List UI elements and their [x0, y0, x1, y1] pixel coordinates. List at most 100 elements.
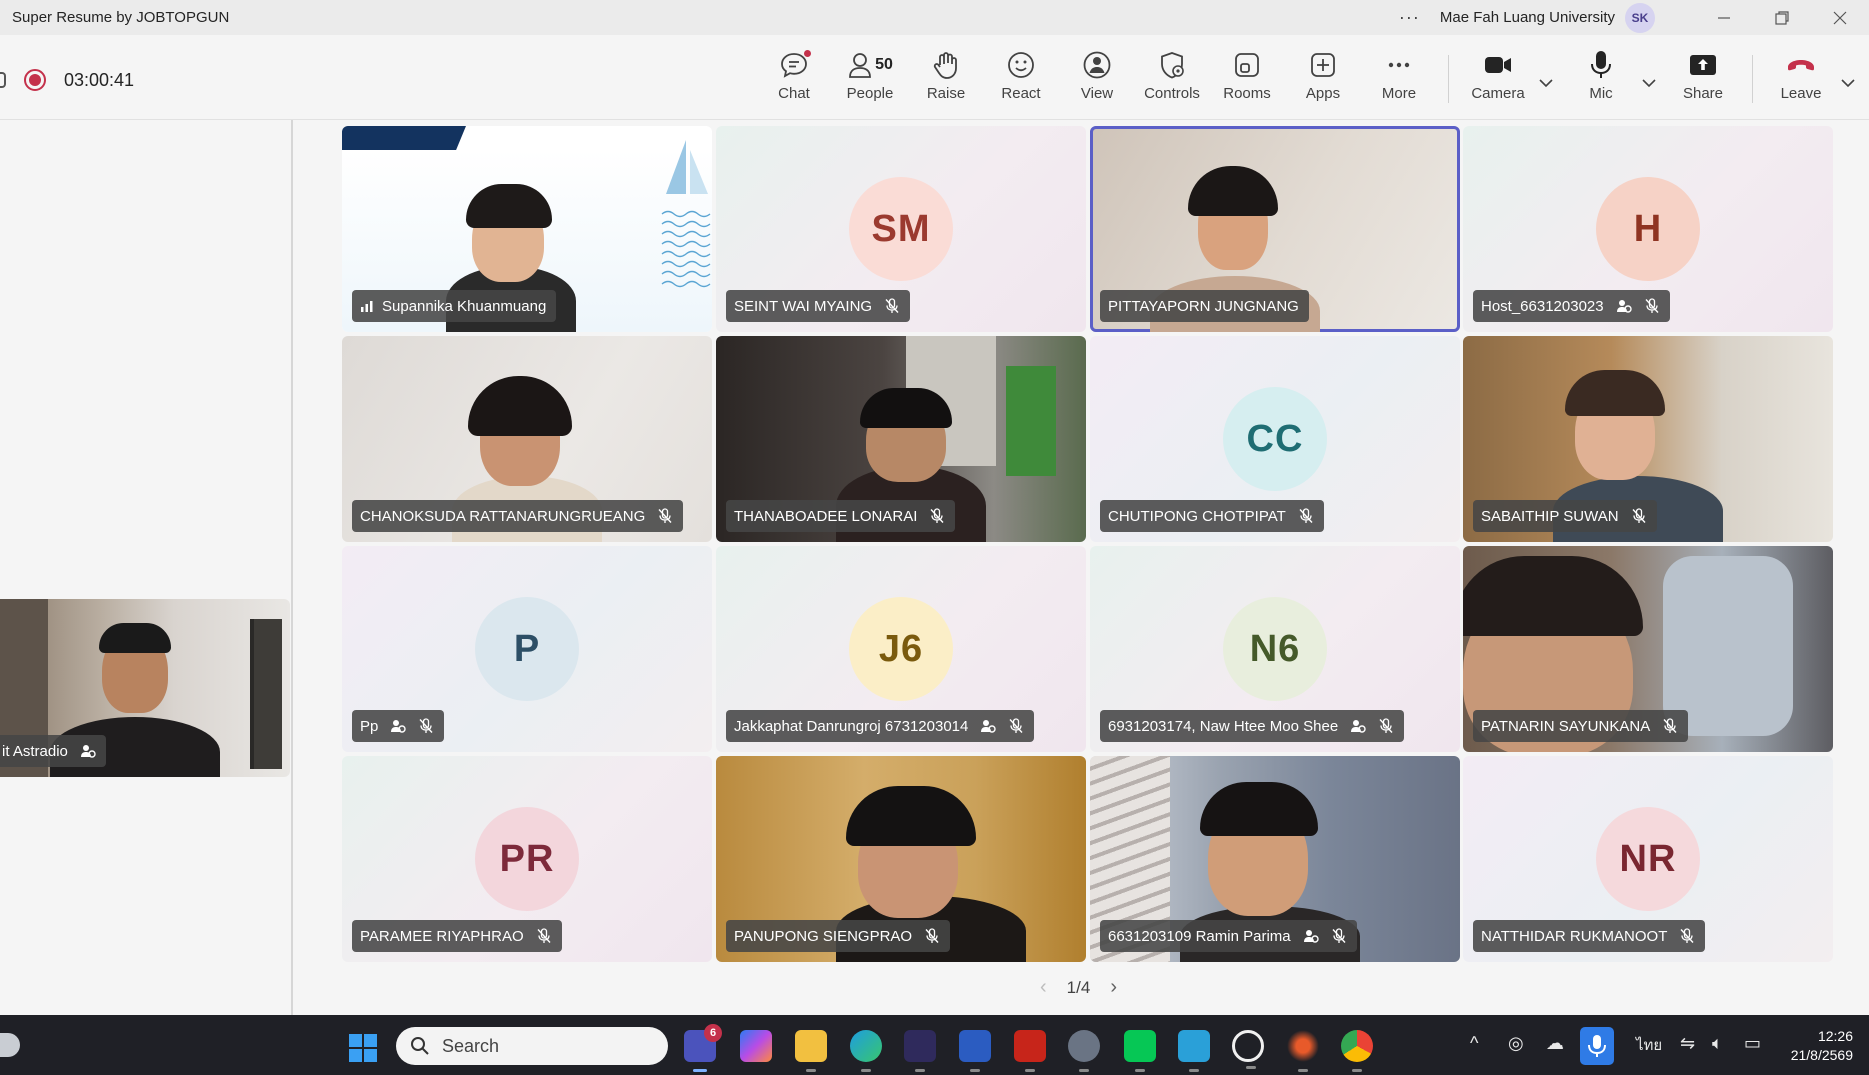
- participant-tile[interactable]: PANUPONG SIENGPRAO: [716, 756, 1086, 962]
- file-explorer-icon[interactable]: [795, 1030, 827, 1072]
- participant-nametag: Supannika Khuanmuang: [352, 290, 557, 322]
- input-language[interactable]: ไทย: [1636, 1033, 1662, 1057]
- battery-icon[interactable]: ▭: [1744, 1033, 1761, 1054]
- participant-tile[interactable]: PITTAYAPORN JUNGNANG: [1090, 126, 1460, 332]
- mic-off-icon: [657, 508, 673, 524]
- claude-icon[interactable]: [1287, 1030, 1319, 1072]
- participant-tile[interactable]: J6 Jakkaphat Danrungroj 6731203014: [716, 546, 1086, 752]
- participant-tile[interactable]: SM SEINT WAI MYAING: [716, 126, 1086, 332]
- leave-label: Leave: [1780, 85, 1822, 102]
- leave-options-chevron-icon[interactable]: [1838, 73, 1858, 93]
- tray-onedrive-icon[interactable]: ☁: [1546, 1033, 1564, 1054]
- participant-tile[interactable]: P Pp: [342, 546, 712, 752]
- leave-button[interactable]: Leave: [1766, 49, 1836, 111]
- participant-tile[interactable]: CHANOKSUDA RATTANARUNGRUEANG: [342, 336, 712, 542]
- notepad-icon[interactable]: [1178, 1030, 1210, 1072]
- person-hair: [1200, 782, 1318, 836]
- search-placeholder: Search: [442, 1035, 500, 1056]
- side-panel: it Astradio: [0, 120, 293, 1015]
- person-hair: [1463, 556, 1643, 636]
- line-icon[interactable]: [1124, 1030, 1156, 1072]
- apps-button[interactable]: Apps: [1288, 49, 1358, 111]
- close-button[interactable]: [1811, 0, 1869, 35]
- weather-icon[interactable]: [0, 1033, 20, 1057]
- restore-button[interactable]: [1753, 0, 1811, 35]
- mic-off-icon: [884, 298, 900, 314]
- previous-page-chevron-icon[interactable]: ‹: [1040, 976, 1047, 999]
- self-view-video[interactable]: it Astradio: [0, 599, 290, 777]
- mic-button[interactable]: Mic: [1566, 49, 1636, 111]
- people-button[interactable]: 50 People: [835, 49, 905, 111]
- participant-tile[interactable]: PATNARIN SAYUNKANA: [1463, 546, 1833, 752]
- tray-mic-active-icon[interactable]: [1580, 1027, 1614, 1065]
- shield-icon: [1157, 49, 1187, 81]
- apps-icon: [1308, 49, 1338, 81]
- view-button[interactable]: View: [1062, 49, 1132, 111]
- people-label: People: [846, 85, 894, 102]
- controls-button[interactable]: Controls: [1137, 49, 1207, 111]
- share-label: Share: [1682, 85, 1724, 102]
- mic-off-icon: [418, 718, 434, 734]
- participant-nametag: Pp: [352, 710, 445, 742]
- panel-toggle-icon[interactable]: [0, 72, 6, 88]
- participant-tile[interactable]: N6 6931203174, Naw Htee Moo Shee: [1090, 546, 1460, 752]
- camera-options-chevron-icon[interactable]: [1536, 73, 1556, 93]
- network-icon[interactable]: ⇋: [1680, 1033, 1695, 1054]
- participant-tile[interactable]: PR PARAMEE RIYAPHRAO: [342, 756, 712, 962]
- participant-nametag: THANABOADEE LONARAI: [726, 500, 956, 532]
- participant-name: Jakkaphat Danrungroj 6731203014: [734, 717, 969, 735]
- participant-avatar: NR: [1596, 807, 1700, 911]
- person-hair: [99, 623, 171, 653]
- windows-start-icon[interactable]: [348, 1033, 378, 1063]
- mic-options-chevron-icon[interactable]: [1639, 73, 1659, 93]
- acrobat-icon[interactable]: [1014, 1030, 1046, 1072]
- welib-icon[interactable]: [904, 1030, 936, 1072]
- apps-label: Apps: [1305, 85, 1341, 102]
- participant-tile[interactable]: THANABOADEE LONARAI: [716, 336, 1086, 542]
- participant-nametag: 6631203109 Ramin Parima: [1100, 920, 1357, 952]
- title-more-icon[interactable]: ···: [1399, 7, 1420, 28]
- guest-icon: [1616, 298, 1632, 314]
- participant-tile[interactable]: H Host_6631203023: [1463, 126, 1833, 332]
- edge-icon[interactable]: [850, 1030, 882, 1072]
- participant-tile[interactable]: NR NATTHIDAR RUKMANOOT: [1463, 756, 1833, 962]
- participant-tile[interactable]: CC CHUTIPONG CHOTPIPAT: [1090, 336, 1460, 542]
- share-button[interactable]: Share: [1668, 49, 1738, 111]
- word-icon[interactable]: [959, 1030, 991, 1072]
- camera-button[interactable]: Camera: [1463, 49, 1533, 111]
- chat-button[interactable]: Chat: [759, 49, 829, 111]
- taskbar-clock[interactable]: 12:26 21/8/2569: [1791, 1027, 1853, 1065]
- controls-label: Controls: [1144, 85, 1200, 102]
- smiley-icon: [1006, 49, 1036, 81]
- rooms-button[interactable]: Rooms: [1212, 49, 1282, 111]
- people-count: 50: [875, 56, 893, 73]
- react-button[interactable]: React: [986, 49, 1056, 111]
- volume-icon[interactable]: 🔈︎: [1712, 1033, 1723, 1054]
- guest-icon: [390, 718, 407, 734]
- next-page-chevron-icon[interactable]: ›: [1110, 976, 1117, 999]
- react-label: React: [1001, 85, 1041, 102]
- participant-tile[interactable]: 6631203109 Ramin Parima: [1090, 756, 1460, 962]
- obs-icon[interactable]: [1232, 1030, 1264, 1069]
- minimize-button[interactable]: [1695, 0, 1753, 35]
- tray-obs-icon[interactable]: ◎: [1508, 1033, 1524, 1054]
- participant-nametag: 6931203174, Naw Htee Moo Shee: [1100, 710, 1405, 742]
- participant-avatar: PR: [475, 807, 579, 911]
- camera-label: Camera: [1471, 85, 1525, 102]
- tray-overflow-chevron-icon[interactable]: ^: [1470, 1033, 1478, 1054]
- taskbar-search[interactable]: Search: [396, 1027, 668, 1065]
- copilot-icon[interactable]: [740, 1030, 772, 1062]
- raise-hand-button[interactable]: Raise: [911, 49, 981, 111]
- participant-name: PITTAYAPORN JUNGNANG: [1108, 297, 1299, 315]
- participant-name: 6931203174, Naw Htee Moo Shee: [1108, 717, 1339, 735]
- more-button[interactable]: More: [1364, 49, 1434, 111]
- participant-tile[interactable]: Supannika Khuanmuang: [342, 126, 712, 332]
- participant-name: PARAMEE RIYAPHRAO: [360, 927, 524, 945]
- notification-badge: 6: [704, 1024, 722, 1042]
- teams-icon[interactable]: 6: [684, 1024, 722, 1072]
- chrome-icon[interactable]: [1341, 1030, 1373, 1072]
- user-avatar[interactable]: SK: [1625, 2, 1655, 33]
- settings-gear-icon[interactable]: [1068, 1030, 1100, 1072]
- background-window: [250, 619, 282, 769]
- participant-tile[interactable]: SABAITHIP SUWAN: [1463, 336, 1833, 542]
